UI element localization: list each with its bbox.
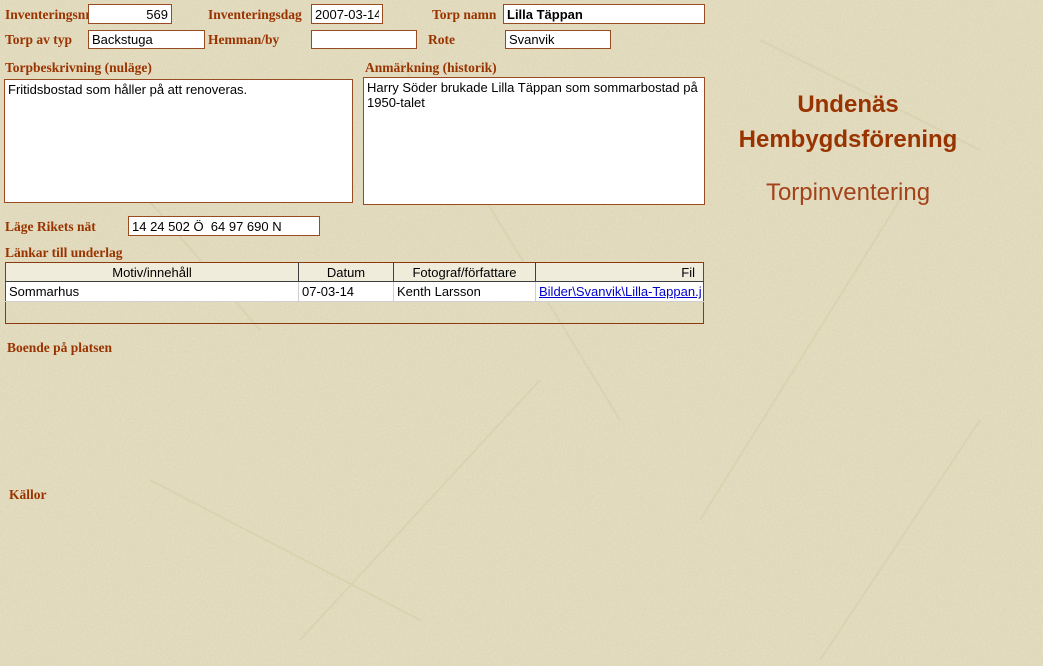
cell-fotograf: Kenth Larsson <box>393 281 536 302</box>
column-header-fil: Fil <box>535 262 704 282</box>
rote-label: Rote <box>428 32 455 47</box>
anmarkning-textarea[interactable]: Harry Söder brukade Lilla Täppan som som… <box>363 77 705 205</box>
rote-input[interactable] <box>505 30 611 49</box>
torp-namn-label: Torp namn <box>432 7 497 22</box>
torpbeskrivning-label: Torpbeskrivning (nuläge) <box>5 60 152 75</box>
links-table-header-row: Motiv/innehåll Datum Fotograf/författare… <box>5 262 704 282</box>
org-title: Undenäs Hembygdsförening <box>738 91 958 153</box>
table-empty-space <box>6 302 704 324</box>
hemman-by-input[interactable] <box>311 30 417 49</box>
torp-namn-input[interactable] <box>503 4 705 24</box>
column-header-motiv: Motiv/innehåll <box>5 262 299 282</box>
cell-motiv: Sommarhus <box>5 281 299 302</box>
kallor-heading: Källor <box>9 487 47 502</box>
torp-av-typ-input[interactable] <box>88 30 205 49</box>
cell-fil: Bilder\Svanvik\Lilla-Tappan.j <box>535 281 704 302</box>
torp-av-typ-label: Torp av typ <box>5 32 73 47</box>
anmarkning-label: Anmärkning (historik) <box>365 60 497 75</box>
lage-rikets-nat-input[interactable] <box>128 216 320 236</box>
column-header-fotograf: Fotograf/författare <box>393 262 536 282</box>
column-header-datum: Datum <box>298 262 394 282</box>
table-row: Sommarhus 07-03-14 Kenth Larsson Bilder\… <box>5 281 704 302</box>
inventeringsdag-input[interactable] <box>311 4 383 24</box>
inventeringsnr-label: Inventeringsnr <box>5 7 92 22</box>
hemman-by-label: Hemman/by <box>208 32 280 47</box>
cell-datum: 07-03-14 <box>298 281 394 302</box>
links-table: Motiv/innehåll Datum Fotograf/författare… <box>5 262 704 324</box>
boende-pa-platsen-heading: Boende på platsen <box>7 340 113 355</box>
torpbeskrivning-textarea[interactable]: Fritidsbostad som håller på att renovera… <box>4 79 353 203</box>
file-link[interactable]: Bilder\Svanvik\Lilla-Tappan.j <box>539 284 702 299</box>
torpinventering-page: Inventeringsnr Inventeringsdag Torp namn… <box>0 0 1043 666</box>
page-subtitle: Torpinventering <box>765 179 931 206</box>
inventeringsdag-label: Inventeringsdag <box>208 7 302 22</box>
lankar-till-underlag-heading: Länkar till underlag <box>5 245 123 260</box>
inventeringsnr-input[interactable] <box>88 4 172 24</box>
lage-rikets-nat-label: Läge Rikets nät <box>5 219 96 234</box>
